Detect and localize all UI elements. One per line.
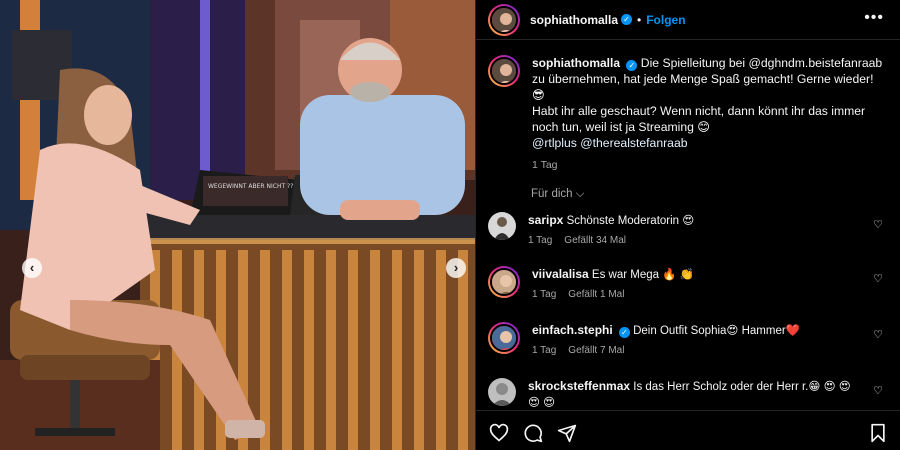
comment-avatar[interactable] [488,378,516,406]
comment-item: saripx Schönste Moderatorin 😍 1 Tag Gefäl… [488,212,893,249]
comment-likes[interactable]: Gefällt 7 Mal [568,345,624,356]
action-bar [476,410,900,450]
comment-item: viivalalisa Es war Mega 🔥 👏 1 Tag Gefällt… [488,266,893,303]
caption-timestamp[interactable]: 1 Tag [532,157,884,173]
avatar[interactable] [488,3,520,36]
comment-username[interactable]: skrocksteffenmax [528,379,630,393]
chevron-down-icon: ⌵ [575,188,585,200]
comment-username[interactable]: saripx [528,213,563,227]
post-caption: sophiathomalla ✓ Die Spielleitung bei @d… [488,55,893,173]
heart-icon[interactable]: ♡ [873,328,883,341]
header-username[interactable]: sophiathomalla [530,13,618,27]
heart-icon[interactable]: ♡ [873,218,883,231]
post-panel: sophiathomalla ✓ • Folgen ••• sophiathom… [475,0,900,450]
caption-emoji: 😎 [532,88,545,102]
comment-avatar[interactable] [488,212,516,240]
bookmark-icon[interactable] [868,423,888,443]
comment-icon[interactable] [523,423,543,443]
comment-item: skrocksteffenmax Is das Herr Scholz oder… [488,378,893,411]
avatar-image [492,326,516,350]
heart-icon[interactable]: ♡ [873,272,883,285]
for-you-label: Für dich [531,188,573,200]
post-header: sophiathomalla ✓ • Folgen ••• [476,0,900,40]
avatar-image [488,212,516,240]
comment-time[interactable]: 1 Tag [528,235,552,246]
comment-time[interactable]: 1 Tag [532,345,556,356]
comment-username[interactable]: einfach.stephi [532,323,613,337]
comment-likes[interactable]: Gefällt 1 Mal [568,289,624,300]
send-icon[interactable] [557,423,577,443]
comment-likes[interactable]: Gefällt 34 Mal [564,235,626,246]
verified-icon: ✓ [621,14,633,25]
heart-icon[interactable] [489,423,509,443]
follow-button[interactable]: Folgen [646,13,685,27]
comment-avatar[interactable] [488,266,520,298]
caption-avatar[interactable] [488,55,520,87]
comment-time[interactable]: 1 Tag [532,289,556,300]
verified-icon: ✓ [626,60,638,71]
avatar-image [492,59,516,83]
comment-avatar[interactable] [488,322,520,354]
comment-username[interactable]: viivalalisa [532,267,589,281]
caption-line-2: Habt ihr alle geschaut? Wenn nicht, dann… [532,104,866,134]
for-you-toggle[interactable]: Für dich ⌵ [531,188,584,201]
post-photo[interactable]: WEGEWINNT ABER NICHT ???. MILLION !!! ‹ … [0,0,475,450]
avatar-image [492,7,516,32]
caption-username[interactable]: sophiathomalla [532,56,620,70]
avatar-image [488,378,516,406]
avatar-image [492,270,516,294]
more-options-icon[interactable]: ••• [864,9,884,27]
verified-icon: ✓ [618,327,630,338]
caption-mentions[interactable]: @rtlplus @therealstefanraab [532,135,884,151]
chevron-right-icon[interactable]: › [446,258,466,278]
heart-icon[interactable]: ♡ [873,384,883,397]
comment-text: Dein Outfit Sophia😍 Hammer❤️ [633,325,801,337]
comment-text: Es war Mega 🔥 👏 [591,269,695,281]
comment-item: einfach.stephi ✓ Dein Outfit Sophia😍 Ham… [488,322,893,359]
chevron-left-icon[interactable]: ‹ [22,258,42,278]
comment-text: Schönste Moderatorin 😍 [566,215,695,227]
separator-dot: • [637,12,642,27]
studio-scene-image: WEGEWINNT ABER NICHT ???. MILLION !!! [0,0,475,450]
